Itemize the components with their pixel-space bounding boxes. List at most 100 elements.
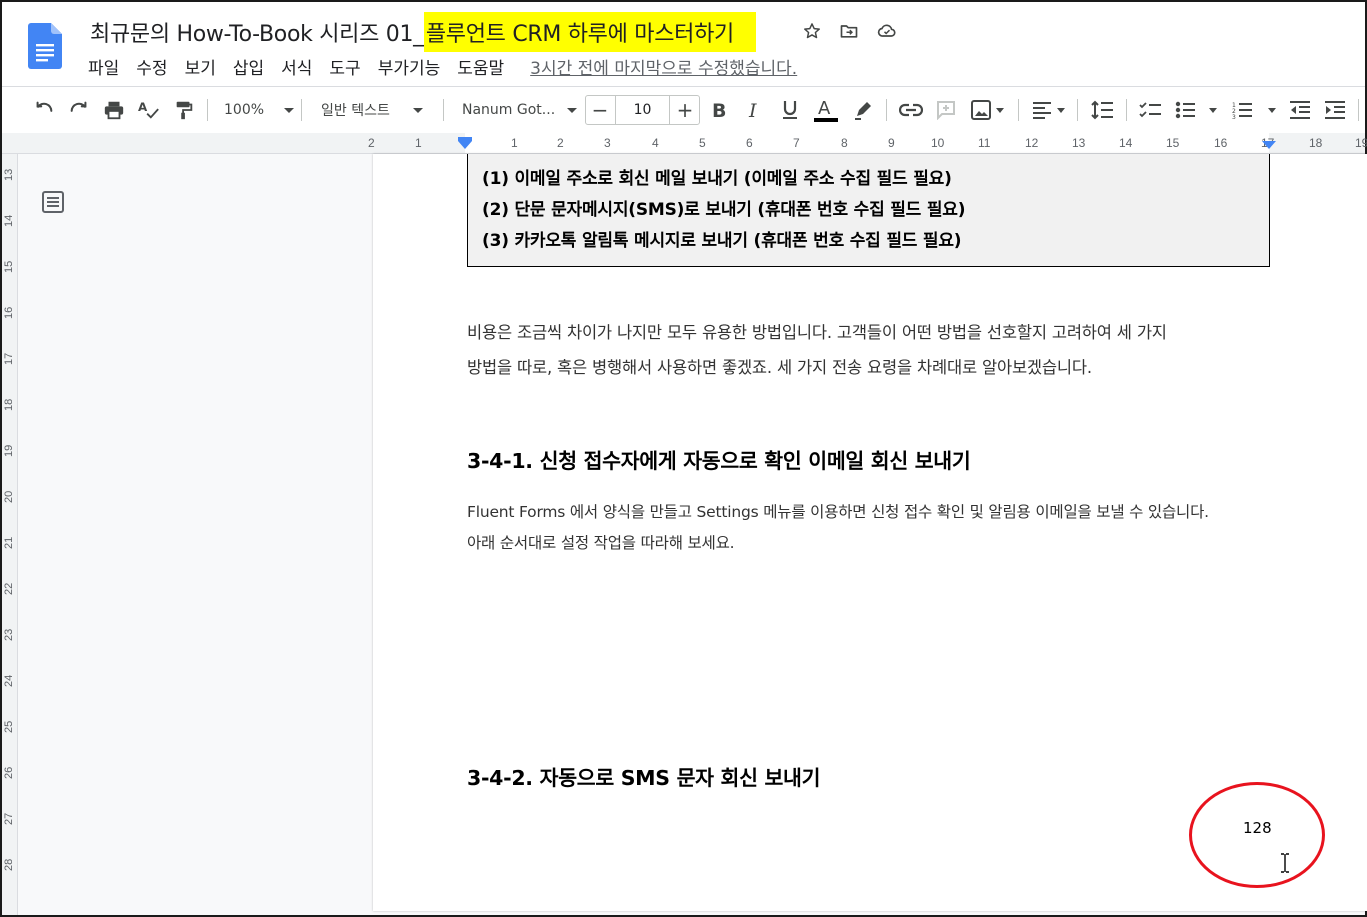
ruler-label: 1 bbox=[511, 136, 518, 150]
menu-addons[interactable]: 부가기능 bbox=[378, 54, 441, 79]
menu-insert[interactable]: 삽입 bbox=[233, 54, 264, 79]
ruler-label: 21 bbox=[3, 536, 15, 549]
chevron-down-icon bbox=[567, 107, 578, 113]
ruler-label: 19 bbox=[3, 444, 15, 457]
toolbar: A 100% 일반 텍스트 Nanum Got... − 10 + B I A bbox=[2, 87, 1365, 133]
ruler-label: 2 bbox=[368, 136, 375, 150]
paragraph-line: 방법을 따로, 혹은 병행해서 사용하면 좋겠죠. 세 가지 전송 요령을 차례… bbox=[467, 358, 1092, 377]
ruler-label: 16 bbox=[1214, 136, 1228, 150]
menu-format[interactable]: 서식 bbox=[281, 54, 312, 79]
ruler-label: 8 bbox=[841, 136, 848, 150]
increase-font-size-button[interactable]: + bbox=[671, 96, 699, 124]
numbered-list-icon[interactable]: 123 bbox=[1231, 98, 1279, 122]
title-highlighted-text[interactable]: 플루언트 CRM 하루에 마스터하기 bbox=[423, 12, 756, 52]
paragraph-line: 아래 순서대로 설정 작업을 따라해 보세요. bbox=[467, 534, 735, 552]
ruler-label: 13 bbox=[3, 168, 15, 181]
ruler-label: 4 bbox=[652, 136, 659, 150]
redo-icon[interactable] bbox=[67, 98, 91, 122]
section-heading: 3-4-2. 자동으로 SMS 문자 회신 보내기 bbox=[467, 766, 821, 790]
font-family-select[interactable]: Nanum Got... bbox=[462, 98, 578, 122]
insert-image-icon[interactable] bbox=[970, 98, 1006, 122]
bulleted-list-icon[interactable] bbox=[1174, 98, 1220, 122]
print-icon[interactable] bbox=[102, 98, 126, 122]
underline-icon[interactable] bbox=[779, 98, 801, 122]
italic-icon[interactable]: I bbox=[744, 98, 766, 122]
document-title[interactable]: 최규문의 How-To-Book 시리즈 01_ 플루언트 CRM 하루에 마스… bbox=[90, 12, 756, 52]
paragraph-line: Fluent Forms 에서 양식을 만들고 Settings 메뉴를 이용하… bbox=[467, 503, 1209, 521]
svg-text:I: I bbox=[748, 100, 757, 120]
ruler-label: 3 bbox=[604, 136, 611, 150]
menu-help[interactable]: 도움말 bbox=[457, 54, 504, 79]
text-cursor-icon bbox=[1281, 853, 1289, 873]
ruler-margin-left bbox=[2, 133, 465, 153]
toolbar-divider bbox=[1077, 99, 1078, 121]
toolbar-divider bbox=[207, 99, 208, 121]
menu-file[interactable]: 파일 bbox=[88, 54, 119, 79]
increase-indent-icon[interactable] bbox=[1324, 98, 1346, 122]
paragraph-line: 비용은 조금씩 차이가 나지만 모두 유용한 방법입니다. 고객들이 어떤 방법… bbox=[467, 323, 1167, 342]
menu-view[interactable]: 보기 bbox=[185, 54, 216, 79]
horizontal-ruler[interactable]: 2 1 1 2 3 4 5 6 7 8 9 10 11 12 13 14 15 … bbox=[2, 133, 1367, 154]
svg-text:A: A bbox=[138, 100, 148, 114]
ruler-label: 7 bbox=[793, 136, 800, 150]
cloud-status-icon[interactable] bbox=[876, 20, 898, 42]
paragraph-style-value: 일반 텍스트 bbox=[321, 103, 390, 119]
ruler-label: 5 bbox=[699, 136, 706, 150]
menu-bar: 파일 수정 보기 삽입 서식 도구 부가기능 도움말 3시간 전에 마지막으로 … bbox=[88, 54, 797, 79]
ruler-label: 15 bbox=[3, 260, 15, 273]
font-size-stepper: − 10 + bbox=[585, 95, 700, 125]
spellcheck-icon[interactable]: A bbox=[136, 98, 162, 122]
zoom-select[interactable]: 100% bbox=[224, 98, 295, 122]
left-indent-handle[interactable] bbox=[458, 141, 472, 149]
undo-icon[interactable] bbox=[32, 98, 56, 122]
checklist-icon[interactable] bbox=[1138, 98, 1162, 122]
paint-format-icon[interactable] bbox=[173, 98, 195, 122]
paragraph-style-select[interactable]: 일반 텍스트 bbox=[321, 98, 423, 122]
ruler-label: 28 bbox=[3, 858, 15, 871]
toolbar-divider bbox=[1126, 99, 1127, 121]
menu-tools[interactable]: 도구 bbox=[329, 54, 360, 79]
ruler-label: 23 bbox=[3, 628, 15, 641]
star-icon[interactable] bbox=[801, 20, 823, 42]
google-docs-logo-icon[interactable] bbox=[28, 23, 62, 69]
ruler-label: 14 bbox=[3, 214, 15, 227]
section-heading: 3-4-1. 신청 접수자에게 자동으로 확인 이메일 회신 보내기 bbox=[467, 449, 971, 473]
add-comment-icon[interactable] bbox=[935, 98, 957, 122]
ruler-label: 25 bbox=[3, 720, 15, 733]
toolbar-divider bbox=[886, 99, 887, 121]
title-text[interactable]: 최규문의 How-To-Book 시리즈 01_ bbox=[90, 16, 424, 48]
move-to-folder-icon[interactable] bbox=[838, 20, 860, 42]
highlight-color-icon[interactable] bbox=[852, 98, 874, 122]
decrease-font-size-button[interactable]: − bbox=[586, 96, 614, 124]
right-indent-handle[interactable] bbox=[1262, 141, 1276, 149]
red-circle-annotation bbox=[1189, 782, 1325, 888]
align-icon[interactable] bbox=[1032, 98, 1068, 122]
ruler-label: 22 bbox=[3, 582, 15, 595]
insert-link-icon[interactable] bbox=[899, 98, 923, 122]
svg-text:3: 3 bbox=[1232, 114, 1236, 119]
ruler-label: 26 bbox=[3, 766, 15, 779]
last-edit-link[interactable]: 3시간 전에 마지막으로 수정했습니다. bbox=[530, 54, 797, 79]
menu-edit[interactable]: 수정 bbox=[136, 54, 167, 79]
decrease-indent-icon[interactable] bbox=[1289, 98, 1311, 122]
text-color-icon[interactable]: A bbox=[813, 98, 839, 122]
chevron-down-icon bbox=[412, 107, 423, 113]
line-spacing-icon[interactable] bbox=[1090, 98, 1114, 122]
bold-icon[interactable]: B bbox=[708, 98, 730, 122]
document-outline-icon[interactable] bbox=[41, 190, 65, 214]
vertical-ruler[interactable]: 13 14 15 16 17 18 19 20 21 22 23 24 25 2… bbox=[2, 154, 18, 915]
ruler-label: 17 bbox=[3, 352, 15, 365]
ruler-label: 18 bbox=[3, 398, 15, 411]
svg-text:B: B bbox=[712, 100, 726, 120]
chevron-down-icon bbox=[284, 107, 295, 113]
ruler-label: 12 bbox=[1025, 136, 1039, 150]
ruler-label: 19 bbox=[1355, 136, 1367, 150]
ruler-label: 24 bbox=[3, 674, 15, 687]
font-size-input[interactable]: 10 bbox=[615, 96, 670, 124]
zoom-value: 100% bbox=[224, 102, 265, 118]
toolbar-divider bbox=[1358, 99, 1359, 121]
ruler-label: 20 bbox=[3, 490, 15, 503]
ruler-label: 2 bbox=[557, 136, 564, 150]
ruler-label: 9 bbox=[888, 136, 895, 150]
ruler-label: 13 bbox=[1072, 136, 1086, 150]
